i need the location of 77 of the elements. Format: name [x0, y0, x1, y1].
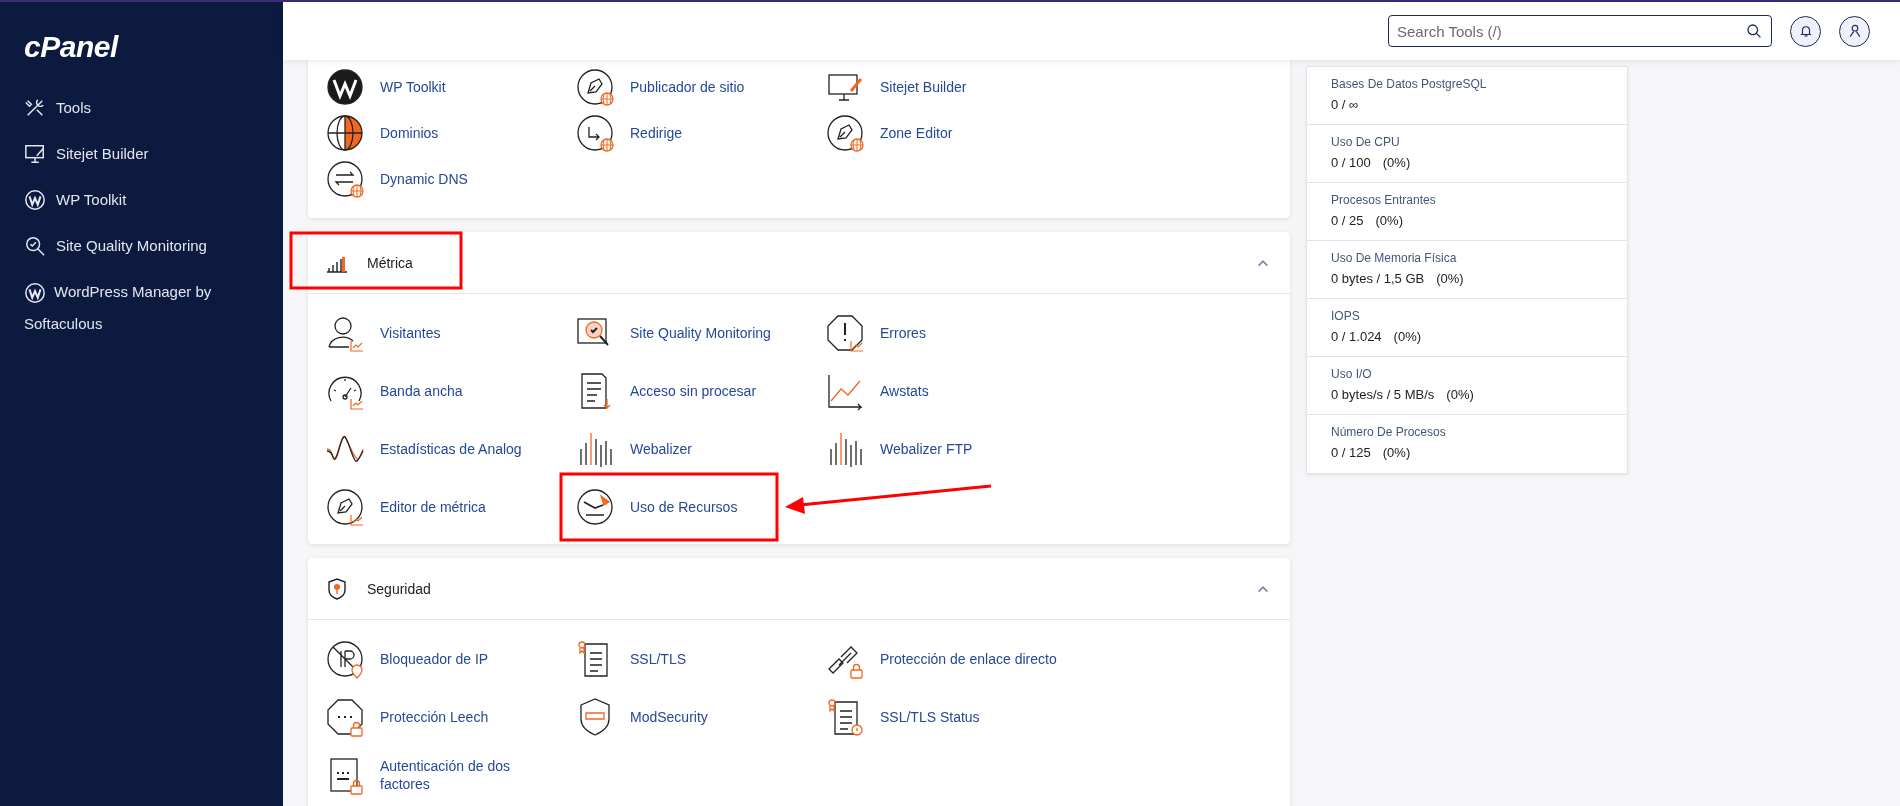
stat-percent: (0%) — [1436, 271, 1464, 286]
sidebar-item[interactable]: Site Quality Monitoring — [24, 230, 244, 262]
tool-link[interactable]: Banda ancha — [380, 382, 463, 400]
octagon-icon — [325, 697, 365, 737]
tool-link[interactable]: Zone Editor — [880, 124, 953, 142]
user-icon — [1847, 24, 1862, 38]
stat-value: 0 / 25 — [1331, 213, 1364, 228]
section-title: Métrica — [367, 254, 414, 271]
tool-link[interactable]: Autenticación de dos factores — [380, 757, 560, 793]
block-sign-icon — [325, 639, 365, 679]
stat-value: 0 bytes / 1,5 GB — [1331, 271, 1425, 286]
pen-nib-icon — [575, 67, 615, 107]
logo[interactable]: cPanel — [24, 30, 118, 64]
tool-link[interactable]: Editor de métrica — [380, 498, 486, 516]
stat-label: Bases De Datos PostgreSQL — [1331, 77, 1488, 91]
stat-label: Uso De CPU — [1331, 135, 1401, 149]
tool-link[interactable]: Site Quality Monitoring — [630, 324, 771, 342]
tool-link[interactable]: Visitantes — [380, 324, 441, 342]
tool-link[interactable]: Sitejet Builder — [880, 78, 967, 96]
wordpress-icon — [325, 67, 365, 107]
tool-link[interactable]: Webalizer — [630, 440, 692, 458]
bell-icon — [1798, 24, 1813, 38]
notifications-button[interactable] — [1790, 15, 1821, 47]
sidebar-item[interactable]: WP Toolkit — [24, 184, 244, 216]
shield-icon — [325, 576, 349, 601]
stat-percent: (0%) — [1393, 329, 1422, 344]
stat-label: IOPS — [1331, 309, 1361, 323]
section-title: Seguridad — [367, 580, 432, 597]
tool-link[interactable]: Protección Leech — [380, 708, 489, 726]
certificate-icon — [825, 697, 865, 737]
tool-link[interactable]: SSL/TLS Status — [880, 708, 980, 726]
tools-icon — [24, 97, 46, 119]
tool-link[interactable]: Acceso sin procesar — [630, 382, 757, 400]
tool-link[interactable]: WP Toolkit — [380, 78, 446, 96]
tool-link[interactable]: Estadísticas de Analog — [380, 440, 522, 458]
stat-value: 0 / 125 — [1331, 445, 1371, 460]
stat-value: 0 / 100 — [1331, 155, 1371, 170]
search-field[interactable]: Search Tools (/) — [1388, 15, 1772, 47]
pen-nib-icon — [825, 113, 865, 153]
sidebar-item[interactable]: Sitejet Builder — [24, 138, 244, 170]
stat-label: Procesos Entrantes — [1331, 193, 1437, 207]
stat-value: 0 / ∞ — [1331, 97, 1359, 112]
stat-value: 0 bytes/s / 5 MB/s — [1331, 387, 1435, 402]
tool-link[interactable]: ModSecurity — [630, 708, 708, 726]
sidebar-item[interactable]: Tools — [24, 92, 244, 124]
tool-link[interactable]: Protección de enlace directo — [880, 650, 1057, 668]
stat-percent: (0%) — [1382, 155, 1411, 170]
stat-value: 0 / 1.024 — [1331, 329, 1382, 344]
octagon-icon — [825, 313, 865, 353]
stat-label: Uso De Memoria Física — [1331, 251, 1458, 265]
stat-label: Uso I/O — [1331, 367, 1373, 381]
tool-link[interactable]: Dynamic DNS — [380, 170, 468, 188]
sidebar-item[interactable]: WordPress Manager by Softaculous — [24, 276, 244, 340]
tool-link[interactable]: Uso de Recursos — [630, 498, 738, 516]
tool-link[interactable]: Bloqueador de IP — [380, 650, 489, 668]
tool-link[interactable]: Webalizer FTP — [880, 440, 973, 458]
tool-link[interactable]: Errores — [880, 324, 926, 342]
stat-percent: (0%) — [1375, 213, 1403, 228]
magnifier-icon — [24, 235, 46, 257]
tool-link[interactable]: Publicador de sitio — [630, 78, 745, 96]
monitor-pen-icon — [24, 143, 46, 165]
stat-percent: (0%) — [1446, 387, 1474, 402]
user-button[interactable] — [1839, 15, 1870, 47]
search-icon[interactable] — [1746, 23, 1762, 39]
tool-link[interactable]: Redirige — [630, 124, 683, 142]
stat-percent: (0%) — [1382, 445, 1411, 460]
tool-link[interactable]: Awstats — [880, 382, 929, 400]
meter-icon — [575, 487, 615, 527]
globe-icon — [325, 113, 365, 153]
pen-nib-icon — [325, 487, 365, 527]
wordpress-icon — [24, 189, 46, 211]
tool-link[interactable]: Dominios — [380, 124, 439, 142]
stat-label: Número De Procesos — [1331, 425, 1447, 439]
tool-link[interactable]: SSL/TLS — [630, 650, 687, 668]
wordpress-icon — [24, 282, 46, 305]
redirect-icon — [575, 113, 615, 153]
exchange-arrows-icon — [325, 159, 365, 199]
